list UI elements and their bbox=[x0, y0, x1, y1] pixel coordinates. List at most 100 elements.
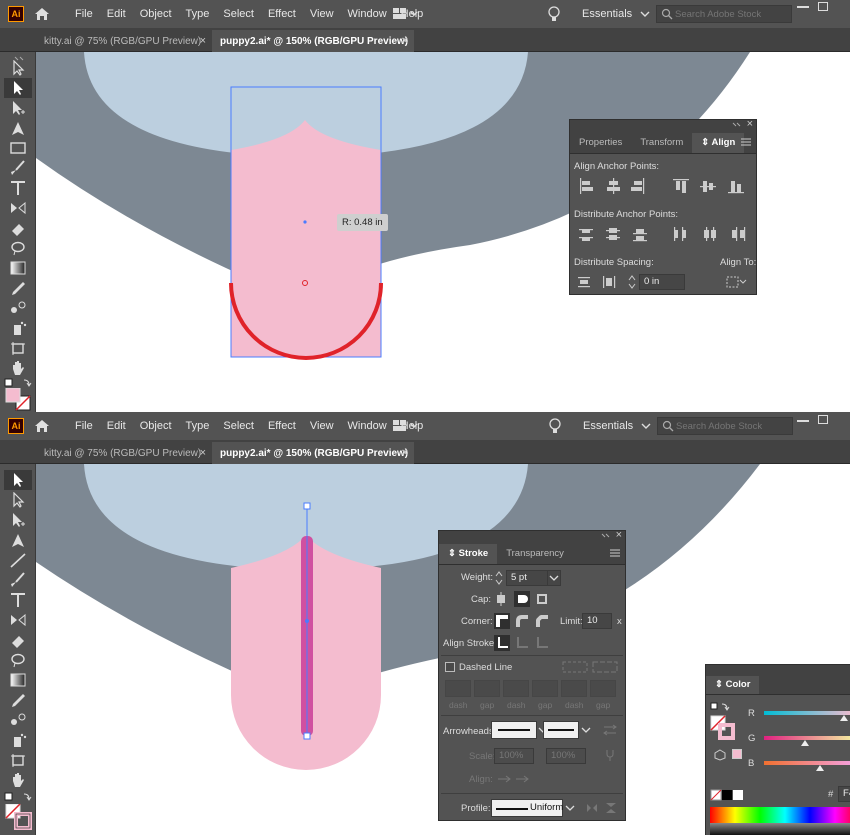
g-slider-thumb[interactable] bbox=[801, 740, 809, 746]
align-stroke-center-icon[interactable] bbox=[494, 635, 510, 651]
distribute-left-icon[interactable] bbox=[674, 227, 686, 241]
gap-field-3[interactable] bbox=[590, 680, 616, 697]
spacing-value-field[interactable]: 0 in bbox=[639, 274, 685, 290]
maximize-icon[interactable] bbox=[818, 2, 828, 11]
stock-search-input[interactable] bbox=[675, 8, 785, 20]
limit-input[interactable]: 10 bbox=[582, 613, 612, 629]
preserve-dash-icon[interactable] bbox=[562, 661, 588, 673]
anchor-bottom[interactable] bbox=[303, 732, 311, 740]
menu-view[interactable]: View bbox=[303, 8, 341, 20]
menu-file[interactable]: File bbox=[68, 420, 100, 432]
menu-object[interactable]: Object bbox=[133, 420, 179, 432]
align-stroke-inside-icon[interactable] bbox=[517, 637, 528, 648]
horizontal-align-left-icon[interactable] bbox=[580, 178, 593, 194]
vertical-align-center-icon[interactable] bbox=[700, 181, 716, 192]
none-black-white-swatches[interactable] bbox=[710, 789, 744, 801]
out-of-gamut-icon[interactable] bbox=[714, 749, 726, 761]
align-dash-corners-icon[interactable] bbox=[592, 661, 618, 673]
dash-field-1[interactable] bbox=[445, 680, 471, 697]
miter-join-icon[interactable] bbox=[494, 613, 510, 629]
vertical-align-top-icon[interactable] bbox=[673, 179, 689, 193]
collapse-icon[interactable] bbox=[732, 122, 742, 130]
align-to-selection-icon[interactable] bbox=[725, 274, 749, 290]
end-arrowhead-select[interactable] bbox=[543, 721, 579, 739]
tab-properties[interactable]: Properties bbox=[570, 133, 631, 153]
stock-search-box[interactable] bbox=[657, 417, 793, 435]
distribute-horizontal-center-icon[interactable] bbox=[704, 227, 716, 241]
close-icon[interactable]: × bbox=[200, 447, 206, 459]
gap-field-2[interactable] bbox=[532, 680, 558, 697]
menu-file[interactable]: File bbox=[68, 8, 100, 20]
selection-tool-icon[interactable] bbox=[9, 60, 27, 76]
distribute-right-icon[interactable] bbox=[732, 227, 746, 241]
fill-stroke-swatch[interactable] bbox=[4, 804, 32, 832]
paintbrush-tool-icon[interactable] bbox=[9, 572, 27, 588]
tab-align[interactable]: ⇕ Align bbox=[692, 133, 745, 153]
menu-edit[interactable]: Edit bbox=[100, 8, 133, 20]
close-icon[interactable]: × bbox=[200, 35, 206, 47]
projecting-cap-icon[interactable] bbox=[537, 594, 547, 604]
minimize-icon[interactable] bbox=[797, 6, 809, 8]
artboard-canvas[interactable]: R: 0.48 in × Properties Transform ⇕ Alig… bbox=[36, 52, 850, 412]
arrow-place-icon[interactable] bbox=[516, 775, 529, 783]
menu-effect[interactable]: Effect bbox=[261, 8, 303, 20]
stock-search-box[interactable] bbox=[656, 5, 792, 23]
close-icon[interactable]: × bbox=[616, 529, 622, 541]
paintbrush-tool-icon[interactable] bbox=[9, 160, 27, 176]
tab-kitty[interactable]: kitty.ai @ 75% (RGB/GPU Preview) × bbox=[36, 442, 212, 464]
blend-tool-icon[interactable] bbox=[9, 712, 27, 728]
artboard-tool-icon[interactable] bbox=[9, 340, 27, 356]
flip-along-icon[interactable] bbox=[587, 804, 597, 812]
fill-stroke-swatch[interactable] bbox=[710, 715, 736, 741]
lightbulb-icon[interactable] bbox=[547, 5, 561, 23]
blend-tool-icon[interactable] bbox=[9, 300, 27, 316]
web-safe-swatch[interactable] bbox=[732, 749, 742, 759]
horizontal-align-center-icon[interactable] bbox=[607, 178, 620, 194]
eraser-tool-icon[interactable] bbox=[9, 220, 27, 236]
symbol-sprayer-icon[interactable] bbox=[9, 320, 27, 336]
chevron-down-icon[interactable] bbox=[581, 725, 591, 735]
eyedropper-tool-icon[interactable] bbox=[9, 692, 27, 708]
distribute-bottom-icon[interactable] bbox=[633, 229, 647, 242]
stepper-icon[interactable] bbox=[627, 274, 637, 290]
reflect-tool-icon[interactable] bbox=[9, 200, 27, 216]
b-slider-thumb[interactable] bbox=[816, 765, 824, 771]
menu-edit[interactable]: Edit bbox=[100, 420, 133, 432]
direct-selection-tool-icon[interactable] bbox=[9, 80, 27, 96]
lasso-tool-icon[interactable] bbox=[9, 240, 27, 256]
workspace-switcher[interactable]: Essentials bbox=[582, 6, 650, 22]
dash-field-3[interactable] bbox=[561, 680, 587, 697]
menu-window[interactable]: Window bbox=[341, 8, 394, 20]
horizontal-align-right-icon[interactable] bbox=[631, 178, 645, 194]
minimize-icon[interactable] bbox=[797, 420, 809, 422]
chevron-down-icon[interactable] bbox=[565, 803, 575, 813]
b-slider-track[interactable] bbox=[764, 761, 850, 765]
menu-select[interactable]: Select bbox=[216, 8, 261, 20]
symbol-sprayer-icon[interactable] bbox=[9, 732, 27, 748]
swap-fill-stroke-icon[interactable] bbox=[4, 792, 32, 802]
artboard-canvas[interactable]: × ⇕ Stroke Transparency Weight: 5 pt Cap… bbox=[36, 464, 850, 835]
close-icon[interactable]: × bbox=[747, 118, 753, 130]
arrange-documents-icon[interactable] bbox=[392, 6, 420, 22]
menu-type[interactable]: Type bbox=[179, 8, 217, 20]
home-icon[interactable] bbox=[34, 418, 50, 434]
tab-kitty[interactable]: kitty.ai @ 75% (RGB/GPU Preview) × bbox=[36, 30, 212, 52]
hex-input[interactable]: F4 bbox=[838, 786, 850, 802]
hand-tool-icon[interactable] bbox=[9, 772, 27, 788]
type-tool-icon[interactable] bbox=[9, 592, 27, 608]
round-join-icon[interactable] bbox=[516, 615, 528, 627]
menu-object[interactable]: Object bbox=[133, 8, 179, 20]
fill-stroke-swatch[interactable] bbox=[4, 388, 32, 412]
tab-puppy2[interactable]: puppy2.ai* @ 150% (RGB/GPU Preview) × bbox=[212, 442, 414, 464]
start-arrowhead-select[interactable] bbox=[491, 721, 537, 739]
vertical-align-bottom-icon[interactable] bbox=[728, 181, 744, 194]
profile-select[interactable]: Uniform bbox=[491, 799, 563, 817]
menu-type[interactable]: Type bbox=[179, 420, 217, 432]
lightbulb-icon[interactable] bbox=[548, 417, 562, 435]
distribute-vertical-center-icon[interactable] bbox=[606, 228, 620, 240]
gradient-tool-icon[interactable] bbox=[9, 672, 27, 688]
dash-field-2[interactable] bbox=[503, 680, 529, 697]
workspace-switcher[interactable]: Essentials bbox=[583, 418, 651, 434]
arrow-extend-icon[interactable] bbox=[498, 775, 511, 783]
panel-menu-icon[interactable] bbox=[610, 549, 620, 557]
